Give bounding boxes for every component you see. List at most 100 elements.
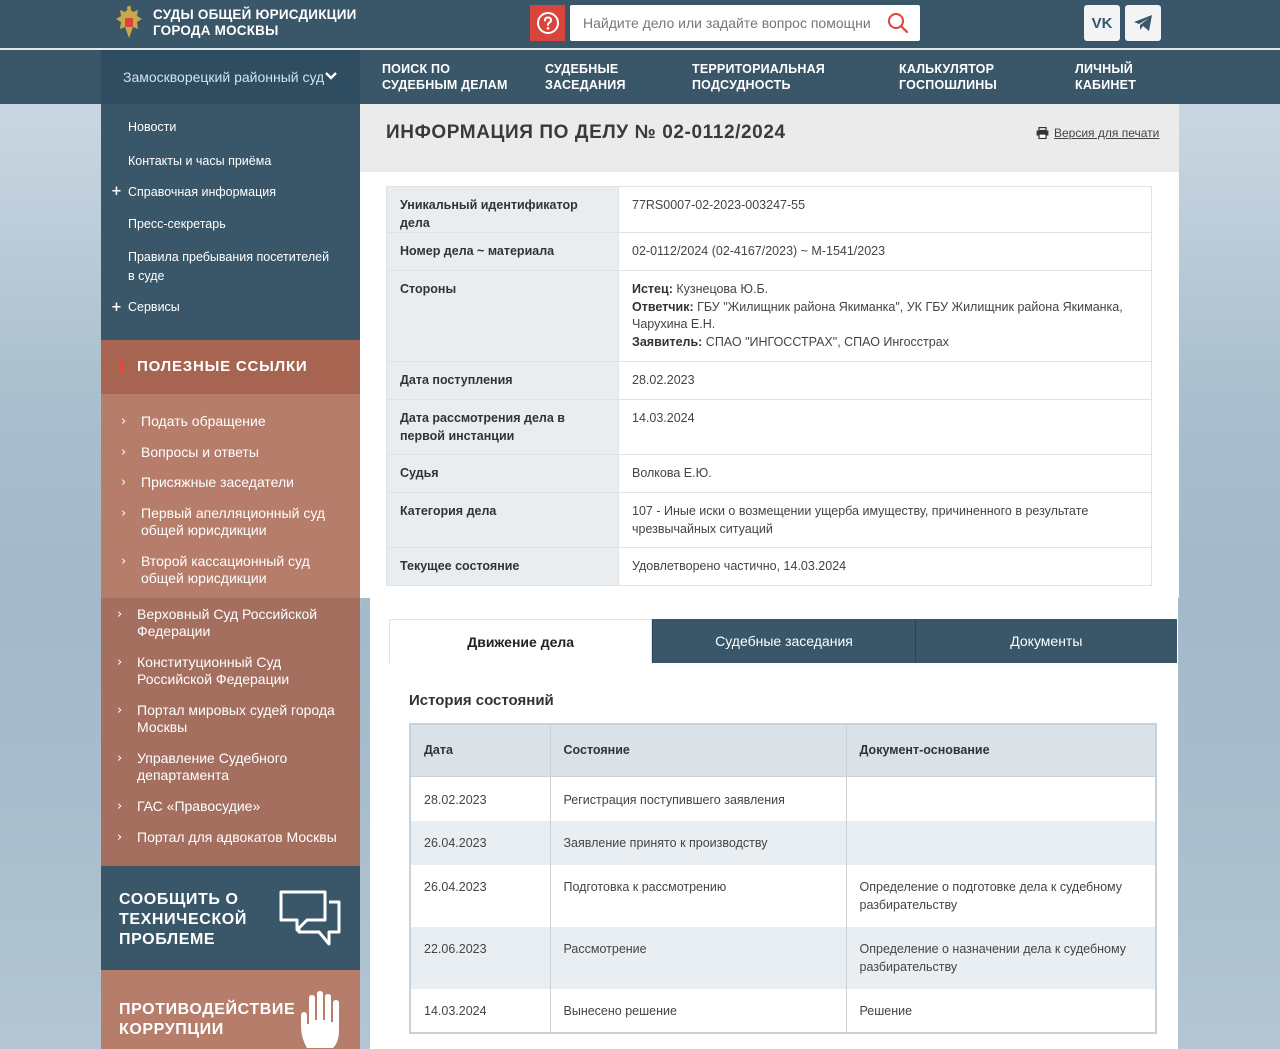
sidebar-item-reference[interactable]: Справочная информация: [128, 183, 338, 202]
nav-court-sessions[interactable]: СУДЕБНЫЕ ЗАСЕДАНИЯ: [545, 61, 645, 93]
case-parties: Истец: Кузнецова Ю.Б. Ответчик: ГБУ "Жил…: [618, 270, 1152, 362]
site-logo[interactable]: СУДЫ ОБЩЕЙ ЮРИСДИКЦИИ ГОРОДА МОСКВЫ: [114, 5, 363, 41]
table-row: 22.06.2023 Рассмотрение Определение о на…: [409, 927, 1157, 989]
party-names: СПАО "ИНГОССТРАХ", СПАО Ингосстрах: [705, 334, 949, 349]
useful-link-magistrates[interactable]: Портал мировых судей города Москвы: [137, 702, 342, 736]
case-info-row: Судья Волкова Е.Ю.: [386, 454, 1152, 493]
tab-documents[interactable]: Документы: [914, 619, 1177, 663]
history-header-row: Дата Состояние Документ-основание: [409, 723, 1157, 777]
sidebar-item-news[interactable]: Новости: [128, 118, 338, 137]
sidebar-item-press[interactable]: Пресс-секретарь: [128, 215, 338, 234]
table-row: 14.03.2024 Вынесено решение Решение: [409, 989, 1157, 1033]
party-defendant: Ответчик: ГБУ "Жилищник района Якиманка"…: [632, 299, 1138, 334]
vk-button[interactable]: VK: [1084, 5, 1120, 41]
history-date: 26.04.2023: [409, 865, 551, 927]
stop-hand-icon: [301, 991, 339, 1048]
party-role: Ответчик:: [632, 299, 694, 314]
chevron-right-icon: ›: [121, 445, 127, 460]
print-version-link[interactable]: Версия для печати: [1036, 126, 1159, 140]
coat-of-arms-icon: [116, 6, 142, 38]
history-date: 28.02.2023: [409, 776, 551, 821]
question-circle-icon: [536, 12, 559, 34]
nav-personal-account[interactable]: ЛИЧНЫЙ КАБИНЕТ: [1075, 61, 1155, 93]
case-info-value: 28.02.2023: [618, 361, 1152, 400]
table-row: 26.04.2023 Подготовка к рассмотрению Опр…: [409, 865, 1157, 927]
chevron-right-icon: ›: [117, 703, 123, 718]
nav-jurisdiction[interactable]: ТЕРРИТОРИАЛЬНАЯ ПОДСУДНОСТЬ: [692, 61, 832, 93]
case-info-value: Волкова Е.Ю.: [618, 454, 1152, 493]
column-header-date: Дата: [409, 723, 551, 777]
nav-fee-calculator[interactable]: КАЛЬКУЛЯТОР ГОСПОШЛИНЫ: [899, 61, 1009, 93]
case-info-row: Категория дела 107 - Иные иски о возмеще…: [386, 492, 1152, 548]
anticorruption-banner[interactable]: ПРОТИВОДЕЙСТВИЕ КОРРУПЦИИ: [101, 970, 360, 1049]
search-box: [570, 5, 920, 41]
report-problem-label: СООБЩИТЬ О ТЕХНИЧЕСКОЙ ПРОБЛЕМЕ: [119, 891, 247, 948]
case-info-value: 107 - Иные иски о возмещении ущерба имущ…: [618, 492, 1152, 548]
history-state: Рассмотрение: [549, 927, 847, 989]
tab-court-sessions[interactable]: Судебные заседания: [652, 619, 915, 663]
useful-link-judicial-department[interactable]: Управление Судебного департамента: [137, 750, 337, 784]
useful-link-constitutional-court[interactable]: Конституционный Суд Российской Федерации: [137, 654, 337, 688]
telegram-icon: [1134, 15, 1152, 31]
chevron-right-icon: ›: [117, 607, 123, 622]
useful-link-first-appellate[interactable]: Первый апелляционный суд общей юрисдикци…: [141, 505, 331, 539]
history-state: Заявление принято к производству: [549, 821, 847, 865]
history-document: Определение о подготовке дела к судебном…: [845, 865, 1157, 927]
search-input[interactable]: [570, 15, 870, 31]
sidebar-item-contacts[interactable]: Контакты и часы приёма: [128, 152, 338, 171]
useful-link-supreme-court[interactable]: Верховный Суд Российской Федерации: [137, 606, 337, 640]
case-info-key: Стороны: [386, 270, 619, 362]
case-info-key: Уникальный идентификатор дела: [386, 186, 619, 233]
useful-link-appeal[interactable]: Подать обращение: [141, 413, 341, 430]
sidebar-item-rules[interactable]: Правила пребывания посетителей в суде: [128, 248, 333, 286]
case-info-value: 02-0112/2024 (02-4167/2023) ~ М-1541/202…: [618, 232, 1152, 271]
court-selector-label: Замоскворецкий районный суд: [123, 69, 325, 85]
help-button[interactable]: [530, 5, 565, 41]
case-info-row: Номер дела ~ материала 02-0112/2024 (02-…: [386, 232, 1152, 271]
case-info-row: Текущее состояние Удовлетворено частично…: [386, 547, 1152, 586]
party-applicant: Заявитель: СПАО "ИНГОССТРАХ", СПАО Ингос…: [632, 334, 1138, 352]
case-info-key: Судья: [386, 454, 619, 493]
chat-bubbles-icon: [279, 890, 341, 946]
case-info-table: Уникальный идентификатор дела 77RS0007-0…: [386, 186, 1152, 586]
chevron-down-icon: [325, 72, 337, 80]
nav-case-search[interactable]: ПОИСК ПО СУДЕБНЫМ ДЕЛАМ: [382, 61, 512, 93]
history-date: 26.04.2023: [409, 821, 551, 865]
chevron-right-icon: ›: [117, 799, 123, 814]
history-state: Вынесено решение: [549, 989, 847, 1033]
court-selector[interactable]: Замоскворецкий районный суд: [101, 50, 360, 104]
tab-case-movement[interactable]: Движение дела: [389, 619, 653, 663]
case-info-key: Номер дела ~ материала: [386, 232, 619, 271]
history-document: [845, 776, 1157, 821]
case-info-key: Дата рассмотрения дела в первой инстанци…: [386, 399, 619, 455]
history-date: 14.03.2024: [409, 989, 551, 1033]
party-role: Заявитель:: [632, 334, 703, 349]
search-icon[interactable]: [887, 12, 909, 34]
column-header-document: Документ-основание: [845, 723, 1157, 777]
case-info-value: 77RS0007-02-2023-003247-55: [618, 186, 1152, 233]
case-info-value: 14.03.2024: [618, 399, 1152, 455]
useful-link-gas-pravosudie[interactable]: ГАС «Правосудие»: [137, 798, 337, 815]
case-tabs: Движение дела Судебные заседания Докумен…: [389, 619, 1177, 663]
history-date: 22.06.2023: [409, 927, 551, 989]
table-row: 28.02.2023 Регистрация поступившего заяв…: [409, 776, 1157, 821]
case-info-row: Дата рассмотрения дела в первой инстанци…: [386, 399, 1152, 455]
useful-link-jurors[interactable]: Присяжные заседатели: [141, 474, 341, 491]
case-info-row: Стороны Истец: Кузнецова Ю.Б. Ответчик: …: [386, 270, 1152, 362]
case-info-row: Дата поступления 28.02.2023: [386, 361, 1152, 400]
useful-link-faq[interactable]: Вопросы и ответы: [141, 444, 341, 461]
case-info-key: Текущее состояние: [386, 547, 619, 586]
report-problem-banner[interactable]: СООБЩИТЬ О ТЕХНИЧЕСКОЙ ПРОБЛЕМЕ: [101, 866, 360, 970]
useful-link-second-cassation[interactable]: Второй кассационный суд общей юрисдикции: [141, 553, 331, 587]
expand-plus-icon[interactable]: +: [111, 184, 122, 199]
history-state: Регистрация поступившего заявления: [549, 776, 847, 821]
chevron-right-icon: ›: [117, 751, 123, 766]
sidebar-item-services[interactable]: Сервисы: [128, 298, 338, 317]
useful-link-lawyers-portal[interactable]: Портал для адвокатов Москвы: [137, 829, 347, 846]
telegram-button[interactable]: [1125, 5, 1161, 41]
history-document: Решение: [845, 989, 1157, 1033]
expand-plus-icon[interactable]: +: [111, 300, 122, 315]
useful-links-header: ПОЛЕЗНЫЕ ССЫЛКИ: [101, 340, 360, 394]
chevron-right-icon: ›: [121, 554, 127, 569]
party-plaintiff: Истец: Кузнецова Ю.Б.: [632, 281, 1138, 299]
